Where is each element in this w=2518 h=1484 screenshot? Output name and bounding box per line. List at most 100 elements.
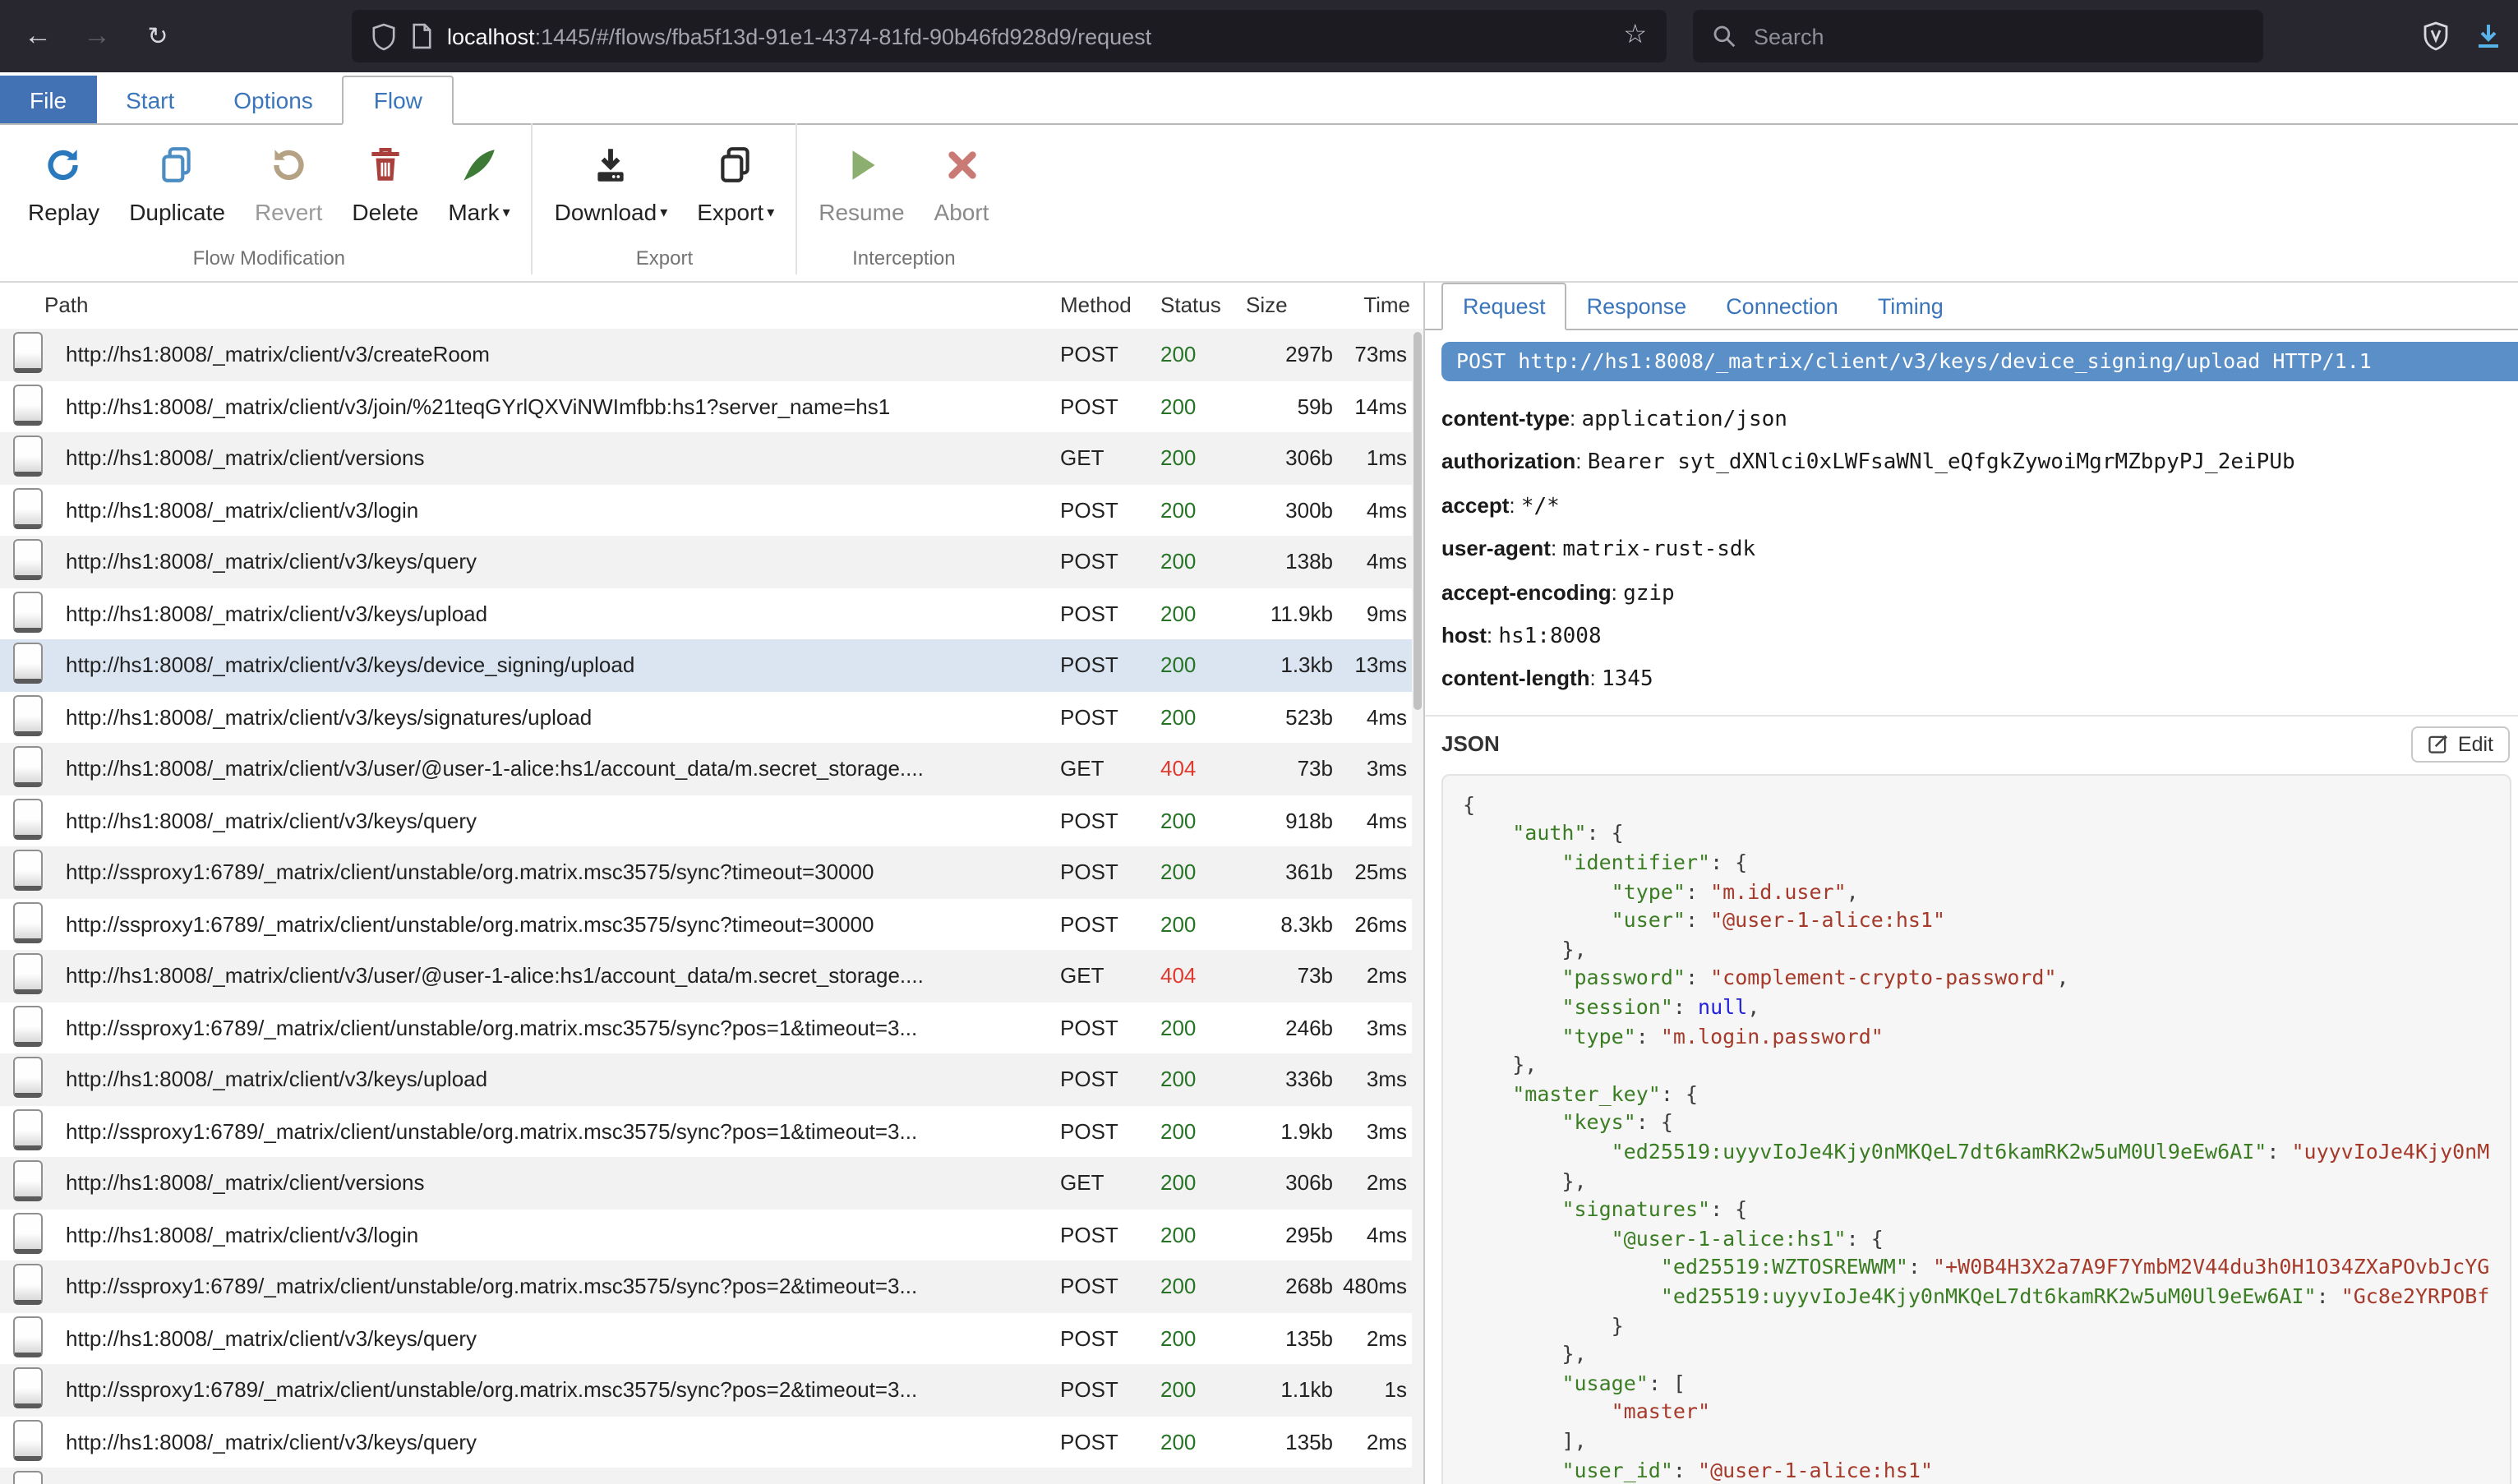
document-icon [13,694,43,735]
back-icon[interactable]: ← [13,12,62,61]
document-icon [13,850,43,891]
json-line: } [1463,1311,2510,1339]
column-path[interactable]: Path [44,283,89,329]
flow-row[interactable]: http://hs1:8008/_matrix/client/v3/keys/d… [0,639,1412,691]
flow-row[interactable]: http://hs1:8008/_matrix/client/versions … [0,432,1412,484]
header-value: application/json [1581,408,1787,432]
json-line: { [1463,790,2510,819]
edit-button[interactable]: Edit [2412,726,2510,763]
tab-options[interactable]: Options [204,76,343,123]
tab-connection[interactable]: Connection [1706,283,1858,329]
browser-search-bar[interactable] [1693,10,2263,62]
flow-time: 3ms [1367,1053,1407,1105]
column-time[interactable]: Time [1363,283,1410,329]
flow-path: http://hs1:8008/_matrix/client/v3/keys/q… [66,1416,1052,1468]
flow-list: Path Method Status Size Time http://hs1:… [0,281,1423,1484]
flow-size: 246b [1285,1002,1333,1053]
flow-method: POST [1060,329,1118,380]
flow-row[interactable]: http://ssproxy1:6789/_matrix/client/unst… [0,898,1412,950]
header-name: content-type [1441,406,1570,431]
column-status[interactable]: Status [1160,283,1221,329]
column-size[interactable]: Size [1246,283,1288,329]
flow-status: 200 [1160,1157,1196,1209]
page-info-icon[interactable] [411,23,432,49]
flow-row[interactable]: http://hs1:8008/_matrix/client/v3/keys/u… [0,588,1412,639]
flow-row[interactable]: http://hs1:8008/_matrix/client/v3/login … [0,484,1412,536]
flow-method: POST [1060,380,1118,432]
scrollbar-thumb[interactable] [1413,332,1422,710]
flow-time: 2ms [1367,1416,1407,1468]
flow-status: 200 [1160,380,1196,432]
header-line[interactable]: host: hs1:8008 [1441,615,2518,658]
document-icon [13,953,43,994]
header-line[interactable]: accept-encoding: gzip [1441,571,2518,615]
json-line: "ed25519:uyyvIoJe4Kjy0nMKQeL7dt6kamRK2w5… [1463,1282,2510,1311]
document-icon [13,1367,43,1408]
search-input[interactable] [1750,22,2244,50]
flow-row[interactable]: http://ssproxy1:6789/_matrix/client/unst… [0,1002,1412,1053]
flow-row[interactable]: http://hs1:8008/_matrix/client/v3/user/@… [0,950,1412,1002]
flow-method: POST [1060,1053,1118,1105]
flow-row[interactable]: http://hs1:8008/_matrix/client/versions … [0,1157,1412,1209]
flow-row[interactable]: http://hs1:8008/_matrix/client/v3/keys/s… [0,691,1412,743]
flow-row[interactable]: http://hs1:8008/_matrix/client/v3/keys/u… [0,1053,1412,1105]
reload-icon[interactable]: ↻ [133,12,182,61]
document-icon [13,436,43,477]
shield-permissions-icon[interactable] [371,22,396,50]
document-icon [13,487,43,528]
replay-icon [44,145,85,191]
tab-start[interactable]: Start [96,76,204,123]
flow-path: http://hs1:8008/_matrix/client/v3/create… [66,329,1052,380]
header-line[interactable]: authorization: Bearer syt_dXNlci0xLWFsaW… [1441,441,2518,485]
flow-row[interactable]: http://hs1:8008/_matrix/client/v3/keys/q… [0,795,1412,846]
flow-status: 200 [1160,1209,1196,1260]
group-export: Download▾ Export▾ Export [533,123,798,274]
flow-row[interactable]: http://ssproxy1:6789/_matrix/client/unst… [0,1364,1412,1416]
flow-path: http://hs1:8008/_matrix/client/v3/user/@… [66,950,1052,1002]
flow-row[interactable]: http://ssproxy1:6789/_matrix/client/unst… [0,1105,1412,1157]
flow-path: http://hs1:8008/_matrix/client/v3/keys/u… [66,588,1052,639]
flow-method: POST [1060,1364,1118,1416]
bookmark-star-icon[interactable]: ☆ [1623,23,1647,49]
flow-row[interactable]: http://hs1:8008/_matrix/client/v3/keys/q… [0,536,1412,588]
json-line: }, [1463,1339,2510,1368]
group-flow-modification: Replay Duplicate Revert Delete Mark▾ [7,123,533,274]
flow-row[interactable]: http://hs1:8008/_matrix/client/v3/create… [0,329,1412,380]
flow-size: 336b [1285,1053,1333,1105]
tab-flow[interactable]: Flow [343,76,454,125]
header-line[interactable]: content-length: 1345 [1441,658,2518,702]
header-name: accept-encoding [1441,579,1612,604]
flow-row-partial[interactable] [0,1468,1412,1484]
downloads-icon[interactable] [2475,23,2502,49]
document-icon [13,384,43,425]
flow-row[interactable]: http://ssproxy1:6789/_matrix/client/unst… [0,846,1412,898]
flow-row[interactable]: http://ssproxy1:6789/_matrix/client/unst… [0,1260,1412,1312]
flow-list-scrollbar[interactable] [1412,329,1423,1484]
flow-method: POST [1060,795,1118,846]
forward-icon[interactable]: → [72,12,122,61]
tab-file[interactable]: File [0,76,96,123]
header-line[interactable]: content-type: application/json [1441,398,2518,441]
request-line[interactable]: POST http://hs1:8008/_matrix/client/v3/k… [1441,342,2518,381]
flow-path: http://hs1:8008/_matrix/client/v3/keys/q… [66,795,1052,846]
flow-row[interactable]: http://hs1:8008/_matrix/client/v3/keys/q… [0,1416,1412,1468]
tab-response[interactable]: Response [1567,283,1707,329]
delete-label: Delete [352,199,418,225]
document-icon [13,1419,43,1460]
header-line[interactable]: accept: */* [1441,485,2518,528]
document-icon [13,332,43,373]
tab-request[interactable]: Request [1441,283,1567,330]
column-method[interactable]: Method [1060,283,1132,329]
json-body[interactable]: { "auth": { "identifier": { "type": "m.i… [1441,774,2511,1484]
flow-method: POST [1060,484,1118,536]
flow-row[interactable]: http://hs1:8008/_matrix/client/v3/login … [0,1209,1412,1260]
json-line: "type": "m.id.user", [1463,877,2510,906]
flow-row[interactable]: http://hs1:8008/_matrix/client/v3/user/@… [0,743,1412,795]
chevron-down-icon: ▾ [503,203,510,221]
tab-timing[interactable]: Timing [1858,283,1963,329]
flow-row[interactable]: http://hs1:8008/_matrix/client/v3/join/%… [0,380,1412,432]
shield-addon-icon[interactable] [2423,21,2449,51]
header-line[interactable]: user-agent: matrix-rust-sdk [1441,528,2518,571]
flow-row[interactable]: http://hs1:8008/_matrix/client/v3/keys/q… [0,1312,1412,1364]
url-bar[interactable]: localhost:1445/#/flows/fba5f13d-91e1-437… [352,10,1667,62]
